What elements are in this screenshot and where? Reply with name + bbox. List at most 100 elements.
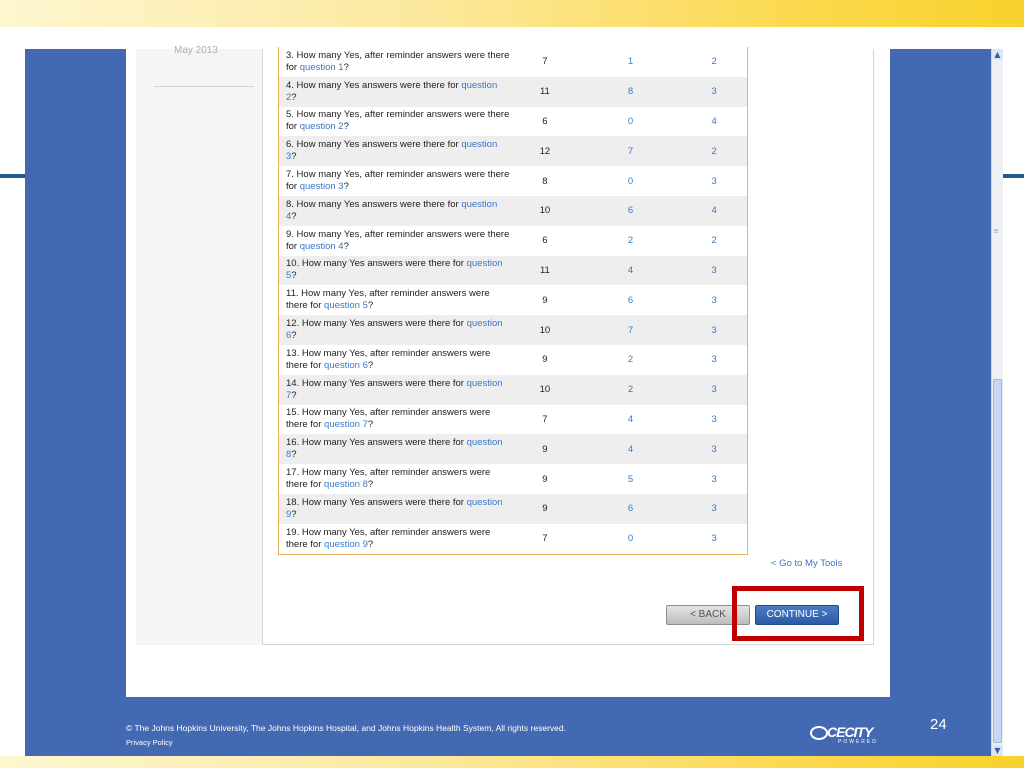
value-link-cell[interactable]: 3 (681, 176, 747, 187)
value-link-cell[interactable]: 6 (580, 503, 682, 514)
value-link-cell[interactable]: 8 (580, 86, 682, 97)
value-link-cell[interactable]: 3 (681, 265, 747, 276)
value-link-cell[interactable]: 0 (580, 116, 682, 127)
left-sidebar: May 2013 (136, 45, 262, 645)
question-cell: 5. How many Yes, after reminder answers … (279, 109, 510, 133)
question-suffix: ? (367, 300, 374, 312)
count-cell: 7 (542, 413, 548, 425)
question-cell: 18. How many Yes answers were there for … (279, 497, 510, 521)
value-link-cell[interactable]: 2 (681, 56, 747, 67)
question-cell: 11. How many Yes, after reminder answers… (279, 288, 510, 312)
privacy-policy-link[interactable]: Privacy Policy (126, 738, 173, 747)
question-link[interactable]: question 6 (324, 360, 368, 371)
table-row: 11. How many Yes, after reminder answers… (279, 285, 747, 315)
question-suffix: ? (291, 270, 297, 282)
question-link[interactable]: question 2 (300, 121, 344, 132)
value-link-cell[interactable]: 3 (681, 533, 747, 544)
question-suffix: ? (343, 181, 349, 193)
logo-text: CECITY (827, 724, 873, 740)
value-link-cell[interactable]: 7 (580, 325, 682, 336)
continue-highlight-box (732, 586, 864, 641)
question-text: 14. How many Yes answers were there for (286, 377, 467, 389)
value-link-cell[interactable]: 4 (681, 116, 747, 127)
value-link-cell[interactable]: 3 (681, 474, 747, 485)
value-link-cell[interactable]: 2 (681, 235, 747, 246)
value-link-cell[interactable]: 3 (681, 384, 747, 395)
count-cell: 9 (542, 503, 548, 515)
slide-number: 24 (930, 716, 947, 733)
value-link-cell[interactable]: 0 (580, 176, 682, 187)
value-link-cell[interactable]: 0 (580, 533, 682, 544)
go-to-my-tools-link[interactable]: < Go to My Tools (771, 558, 842, 569)
question-link[interactable]: question 1 (300, 62, 344, 73)
question-link[interactable]: question 3 (300, 181, 344, 192)
count-cell: 7 (542, 533, 548, 545)
question-cell: 14. How many Yes answers were there for … (279, 378, 510, 402)
question-text: 10. How many Yes answers were there for (286, 258, 467, 270)
value-link-cell[interactable]: 3 (681, 444, 747, 455)
table-row: 17. How many Yes, after reminder answers… (279, 464, 747, 494)
value-link-cell[interactable]: 4 (580, 265, 682, 276)
table-row: 8. How many Yes answers were there for q… (279, 195, 747, 226)
value-link-cell[interactable]: 3 (681, 295, 747, 306)
table-row: 12. How many Yes answers were there for … (279, 315, 747, 345)
table-row: 13. How many Yes, after reminder answers… (279, 345, 747, 375)
vertical-scrollbar[interactable]: ▲ ≡ ▼ (991, 49, 1003, 756)
sidebar-divider (154, 86, 254, 87)
count-cell: 6 (542, 115, 548, 127)
logo-subtext: POWERED (838, 739, 878, 745)
question-text: 11. How many Yes, after reminder answers… (286, 288, 490, 312)
scroll-up-arrow-icon[interactable]: ▲ (992, 49, 1003, 60)
question-cell: 4. How many Yes answers were there for q… (279, 80, 510, 104)
value-link-cell[interactable]: 7 (580, 146, 682, 157)
question-suffix: ? (343, 121, 349, 133)
value-link-cell[interactable]: 3 (681, 354, 747, 365)
results-table: 3. How many Yes, after reminder answers … (278, 47, 748, 555)
value-link-cell[interactable]: 4 (580, 444, 682, 455)
value-link-cell[interactable]: 2 (681, 146, 747, 157)
table-row: 6. How many Yes answers were there for q… (279, 136, 747, 167)
count-cell: 10 (539, 324, 551, 336)
value-link-cell[interactable]: 6 (580, 205, 682, 216)
question-cell: 16. How many Yes answers were there for … (279, 437, 510, 461)
question-link[interactable]: question 4 (300, 241, 344, 252)
question-cell: 3. How many Yes, after reminder answers … (279, 50, 510, 74)
count-cell: 9 (542, 473, 548, 485)
count-cell: 12 (539, 145, 551, 157)
scroll-down-arrow-icon[interactable]: ▼ (992, 745, 1003, 756)
question-suffix: ? (343, 240, 349, 252)
question-link[interactable]: question 8 (324, 479, 368, 490)
value-link-cell[interactable]: 3 (681, 86, 747, 97)
question-link[interactable]: question 5 (324, 300, 368, 311)
question-link[interactable]: question 9 (324, 539, 368, 550)
question-suffix: ? (343, 61, 349, 73)
count-cell: 11 (539, 86, 550, 98)
value-link-cell[interactable]: 3 (681, 503, 747, 514)
question-suffix: ? (291, 210, 297, 222)
question-text: 19. How many Yes, after reminder answers… (286, 526, 491, 550)
value-link-cell[interactable]: 1 (580, 56, 682, 67)
value-link-cell[interactable]: 4 (681, 205, 747, 216)
question-cell: 17. How many Yes, after reminder answers… (279, 467, 510, 491)
value-link-cell[interactable]: 6 (580, 295, 682, 306)
value-link-cell[interactable]: 2 (580, 384, 682, 395)
question-cell: 10. How many Yes answers were there for … (279, 258, 510, 282)
table-row: 15. How many Yes, after reminder answers… (279, 405, 747, 435)
table-row: 5. How many Yes, after reminder answers … (279, 107, 747, 137)
value-link-cell[interactable]: 2 (580, 235, 682, 246)
question-text: 16. How many Yes answers were there for (286, 437, 467, 449)
question-link[interactable]: question 7 (324, 419, 368, 430)
value-link-cell[interactable]: 4 (580, 414, 682, 425)
right-accent-line (1003, 174, 1024, 178)
question-cell: 12. How many Yes answers were there for … (279, 318, 510, 342)
value-link-cell[interactable]: 3 (681, 325, 747, 336)
scroll-grip-icon: ≡ (993, 227, 999, 235)
table-row: 7. How many Yes, after reminder answers … (279, 166, 747, 196)
question-cell: 6. How many Yes answers were there for q… (279, 139, 510, 163)
cecity-logo: CECITY POWERED (810, 724, 880, 748)
question-suffix: ? (291, 389, 297, 401)
scroll-thumb[interactable] (993, 379, 1002, 743)
value-link-cell[interactable]: 2 (580, 354, 682, 365)
value-link-cell[interactable]: 5 (580, 474, 682, 485)
value-link-cell[interactable]: 3 (681, 414, 747, 425)
